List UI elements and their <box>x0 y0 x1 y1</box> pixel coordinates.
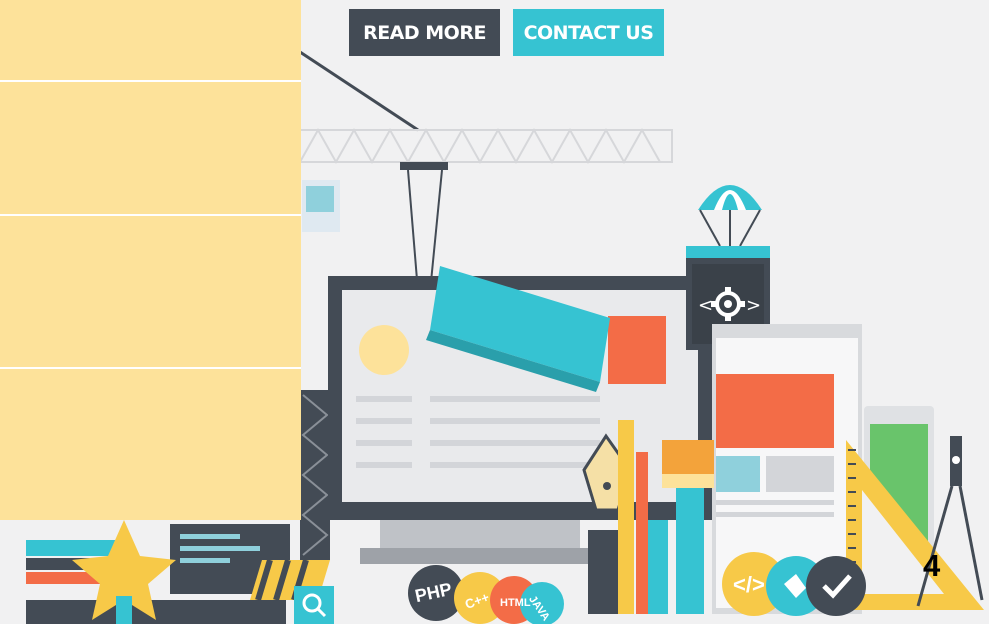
side-panel-block-4[interactable] <box>0 369 301 520</box>
read-more-button[interactable]: READ MORE <box>349 9 500 56</box>
side-panel-block-3[interactable] <box>0 216 301 369</box>
language-badges: PHP C++ HTML JAVA <box>408 565 564 624</box>
svg-text:<: < <box>698 295 713 316</box>
search-icon <box>294 586 334 624</box>
svg-text:>: > <box>746 295 761 316</box>
bottom-left-illustration <box>26 524 330 624</box>
slide-number: 4 <box>923 548 941 583</box>
side-panel-block-1[interactable] <box>0 0 301 82</box>
code-badge-label: </> <box>733 572 765 597</box>
side-panel <box>0 0 301 520</box>
html-badge-label: HTML <box>500 597 531 609</box>
monitor-illustration <box>328 266 712 564</box>
side-panel-block-2[interactable] <box>0 82 301 216</box>
contact-us-button[interactable]: CONTACT US <box>513 9 664 56</box>
